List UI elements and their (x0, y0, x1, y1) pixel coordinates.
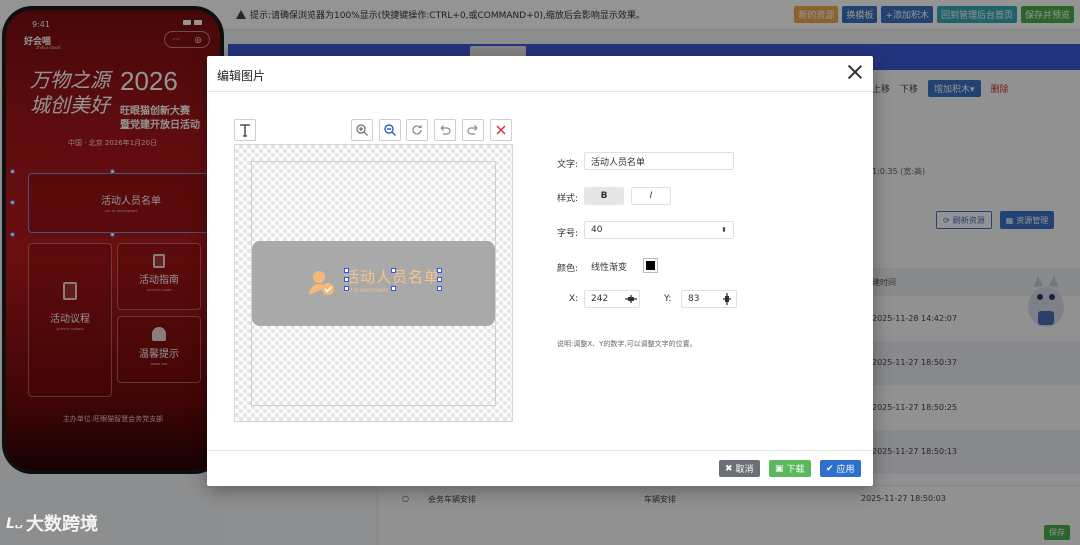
overlay-subtext: LIST OF PARTICIPANTS (344, 288, 389, 293)
italic-button[interactable]: I (631, 187, 671, 205)
font-size-value: 40 (591, 225, 603, 235)
text-handle[interactable] (437, 268, 442, 273)
watermark: ᒪ᎑ 大数跨境 (6, 510, 98, 536)
y-label: Y: (664, 294, 672, 304)
image-canvas[interactable]: 活动人员名单 LIST OF PARTICIPANTS (234, 144, 513, 422)
apply-label: 应用 (836, 465, 855, 475)
redo-button[interactable] (462, 119, 484, 141)
close-icon: ✖ (725, 463, 733, 474)
undo-icon (440, 125, 451, 135)
check-icon: ✔ (826, 463, 834, 474)
redo-icon (467, 125, 478, 135)
text-handle[interactable] (344, 268, 349, 273)
image-preview[interactable]: 活动人员名单 LIST OF PARTICIPANTS (252, 241, 495, 326)
cancel-button[interactable]: ✖ 取消 (719, 460, 760, 477)
zoom-in-button[interactable] (351, 119, 373, 141)
dialog-footer: ✖ 取消 ▣ 下载 ✔ 应用 (207, 450, 873, 486)
watermark-logo: ᒪ᎑ (6, 515, 23, 532)
color-fill (646, 261, 655, 270)
dialog-title: 编辑图片 (217, 69, 266, 83)
text-label: 文字: (557, 160, 579, 170)
x-label: X: (569, 294, 579, 304)
edit-image-dialog: 编辑图片 活动人员名单 LIST OF PARTICIPANTS 文字: 活动人… (207, 56, 873, 486)
text-tool-button[interactable] (234, 119, 256, 141)
dialog-header: 编辑图片 (207, 56, 873, 92)
watermark-text: 大数跨境 (26, 514, 99, 535)
close-icon[interactable] (847, 64, 863, 80)
undo-button[interactable] (434, 119, 456, 141)
style-label: 样式: (557, 194, 579, 204)
text-handle[interactable] (437, 286, 442, 291)
delete-button[interactable] (490, 119, 512, 141)
download-button[interactable]: ▣ 下载 (769, 460, 811, 477)
apply-button[interactable]: ✔ 应用 (820, 460, 861, 477)
zoom-out-icon (384, 124, 396, 136)
font-size-label: 字号: (557, 229, 579, 239)
bold-button[interactable]: B (584, 187, 624, 205)
y-nudge-icon[interactable] (717, 290, 737, 308)
color-swatch[interactable] (643, 258, 658, 273)
text-handle[interactable] (344, 286, 349, 291)
download-label: 下载 (786, 465, 805, 475)
color-label: 颜色: (557, 264, 579, 274)
person-check-icon (309, 271, 334, 295)
gradient-option[interactable]: 线性渐变 (591, 260, 627, 273)
text-handle[interactable] (437, 277, 442, 282)
cancel-label: 取消 (735, 465, 754, 475)
save-icon: ▣ (775, 463, 784, 474)
text-icon (240, 124, 250, 137)
refresh-icon (412, 125, 422, 135)
zoom-out-button[interactable] (379, 119, 401, 141)
position-note: 说明:调整X、Y的数字,可以调整文字的位置。 (557, 340, 697, 348)
font-size-select[interactable]: 40 ⬍ (584, 221, 734, 239)
text-handle[interactable] (391, 286, 396, 291)
text-handle[interactable] (344, 277, 349, 282)
zoom-in-icon (356, 124, 368, 136)
select-arrows-icon: ⬍ (721, 226, 727, 234)
x-nudge-icon[interactable] (621, 290, 641, 308)
close-icon (496, 125, 506, 135)
reset-button[interactable] (406, 119, 428, 141)
text-handle[interactable] (391, 268, 396, 273)
text-input[interactable]: 活动人员名单 (584, 152, 734, 170)
